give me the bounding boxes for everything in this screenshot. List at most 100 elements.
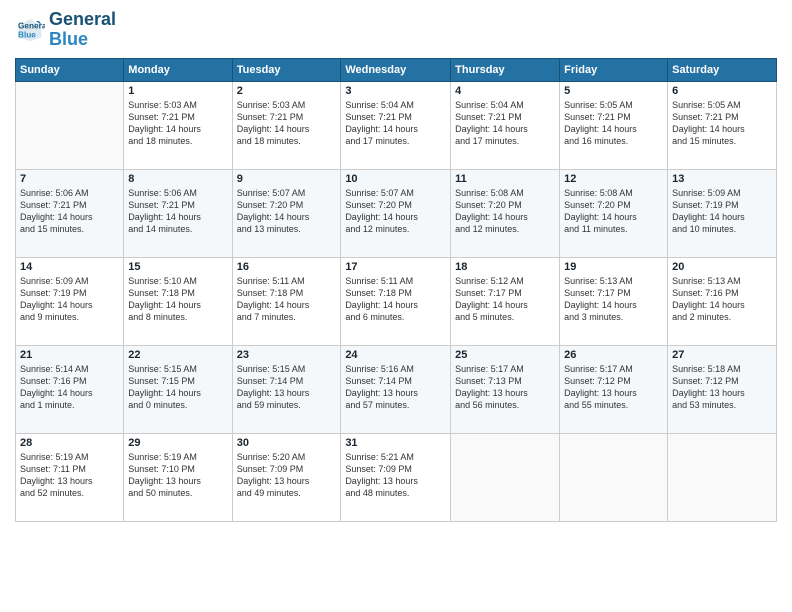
day-cell: 28Sunrise: 5:19 AMSunset: 7:11 PMDayligh… [16,433,124,521]
day-number: 29 [128,437,227,449]
day-cell: 26 Sunrise: 5:17 AMSunset: 7:12 PMDayligh… [560,345,668,433]
day-cell [451,433,560,521]
day-number: 15 [128,261,227,273]
day-info: Sunrise: 5:13 AMSunset: 7:17 PMDaylight:… [564,275,663,324]
day-cell [668,433,777,521]
day-cell: 12Sunrise: 5:08 AMSunset: 7:20 PMDayligh… [560,169,668,257]
svg-text:General: General [18,21,45,30]
day-info: Sunrise: 5:04 AMSunset: 7:21 PMDaylight:… [345,99,446,148]
day-cell: 24 Sunrise: 5:16 AMSunset: 7:14 PMDayligh… [341,345,451,433]
day-number: 24 [345,349,446,361]
week-row-3: 14 Sunrise: 5:09 AMSunset: 7:19 PMDayligh… [16,257,777,345]
day-number: 10 [345,173,446,185]
day-number: 27 [672,349,772,361]
day-info: Sunrise: 5:19 AMSunset: 7:10 PMDaylight:… [128,451,227,500]
weekday-sunday: Sunday [16,58,124,81]
weekday-thursday: Thursday [451,58,560,81]
day-cell: 30 Sunrise: 5:20 AMSunset: 7:09 PMDayligh… [232,433,341,521]
day-cell: 11 Sunrise: 5:08 AMSunset: 7:20 PMDayligh… [451,169,560,257]
day-info: Sunrise: 5:07 AMSunset: 7:20 PMDaylight:… [345,187,446,236]
weekday-monday: Monday [124,58,232,81]
day-info: Sunrise: 5:03 AMSunset: 7:21 PMDaylight:… [237,99,337,148]
day-cell: 21Sunrise: 5:14 AMSunset: 7:16 PMDayligh… [16,345,124,433]
day-number: 8 [128,173,227,185]
day-cell: 2Sunrise: 5:03 AMSunset: 7:21 PMDaylight… [232,81,341,169]
day-cell: 31 Sunrise: 5:21 AMSunset: 7:09 PMDayligh… [341,433,451,521]
day-info: Sunrise: 5:09 AMSunset: 7:19 PMDaylight:… [672,187,772,236]
day-cell: 17 Sunrise: 5:11 AMSunset: 7:18 PMDayligh… [341,257,451,345]
week-row-4: 21Sunrise: 5:14 AMSunset: 7:16 PMDayligh… [16,345,777,433]
day-number: 5 [564,85,663,97]
day-info: Sunrise: 5:08 AMSunset: 7:20 PMDaylight:… [455,187,555,236]
day-number: 1 [128,85,227,97]
day-number: 13 [672,173,772,185]
day-cell: 10 Sunrise: 5:07 AMSunset: 7:20 PMDayligh… [341,169,451,257]
day-info: Sunrise: 5:09 AMSunset: 7:19 PMDaylight:… [20,275,119,324]
day-number: 19 [564,261,663,273]
day-info: Sunrise: 5:17 AMSunset: 7:12 PMDaylight:… [564,363,663,412]
day-number: 9 [237,173,337,185]
day-cell: 18 Sunrise: 5:12 AMSunset: 7:17 PMDayligh… [451,257,560,345]
week-row-1: 1 Sunrise: 5:03 AMSunset: 7:21 PMDaylight… [16,81,777,169]
day-number: 3 [345,85,446,97]
calendar-container: General Blue General Blue SundayMondayTu… [0,0,792,612]
day-number: 20 [672,261,772,273]
day-number: 18 [455,261,555,273]
day-number: 17 [345,261,446,273]
day-info: Sunrise: 5:10 AMSunset: 7:18 PMDaylight:… [128,275,227,324]
day-info: Sunrise: 5:06 AMSunset: 7:21 PMDaylight:… [128,187,227,236]
day-cell: 5 Sunrise: 5:05 AMSunset: 7:21 PMDaylight… [560,81,668,169]
logo-text: General Blue [49,10,116,50]
day-info: Sunrise: 5:16 AMSunset: 7:14 PMDaylight:… [345,363,446,412]
day-info: Sunrise: 5:21 AMSunset: 7:09 PMDaylight:… [345,451,446,500]
day-number: 16 [237,261,337,273]
week-row-5: 28Sunrise: 5:19 AMSunset: 7:11 PMDayligh… [16,433,777,521]
day-cell: 6Sunrise: 5:05 AMSunset: 7:21 PMDaylight… [668,81,777,169]
day-number: 4 [455,85,555,97]
day-info: Sunrise: 5:15 AMSunset: 7:14 PMDaylight:… [237,363,337,412]
day-cell: 8 Sunrise: 5:06 AMSunset: 7:21 PMDaylight… [124,169,232,257]
day-number: 25 [455,349,555,361]
day-cell [16,81,124,169]
day-info: Sunrise: 5:03 AMSunset: 7:21 PMDaylight:… [128,99,227,148]
logo: General Blue General Blue [15,10,116,50]
day-info: Sunrise: 5:17 AMSunset: 7:13 PMDaylight:… [455,363,555,412]
day-info: Sunrise: 5:07 AMSunset: 7:20 PMDaylight:… [237,187,337,236]
header: General Blue General Blue [15,10,777,50]
day-cell: 19 Sunrise: 5:13 AMSunset: 7:17 PMDayligh… [560,257,668,345]
day-info: Sunrise: 5:20 AMSunset: 7:09 PMDaylight:… [237,451,337,500]
day-number: 11 [455,173,555,185]
day-number: 23 [237,349,337,361]
weekday-wednesday: Wednesday [341,58,451,81]
day-info: Sunrise: 5:05 AMSunset: 7:21 PMDaylight:… [672,99,772,148]
day-cell: 29 Sunrise: 5:19 AMSunset: 7:10 PMDayligh… [124,433,232,521]
weekday-header-row: SundayMondayTuesdayWednesdayThursdayFrid… [16,58,777,81]
weekday-friday: Friday [560,58,668,81]
day-info: Sunrise: 5:12 AMSunset: 7:17 PMDaylight:… [455,275,555,324]
day-number: 26 [564,349,663,361]
day-number: 31 [345,437,446,449]
calendar-table: SundayMondayTuesdayWednesdayThursdayFrid… [15,58,777,522]
day-number: 21 [20,349,119,361]
day-cell: 16 Sunrise: 5:11 AMSunset: 7:18 PMDayligh… [232,257,341,345]
day-cell: 25 Sunrise: 5:17 AMSunset: 7:13 PMDayligh… [451,345,560,433]
day-info: Sunrise: 5:06 AMSunset: 7:21 PMDaylight:… [20,187,119,236]
day-info: Sunrise: 5:11 AMSunset: 7:18 PMDaylight:… [237,275,337,324]
day-info: Sunrise: 5:08 AMSunset: 7:20 PMDaylight:… [564,187,663,236]
day-cell: 7 Sunrise: 5:06 AMSunset: 7:21 PMDaylight… [16,169,124,257]
logo-icon: General Blue [15,15,45,45]
day-cell: 15 Sunrise: 5:10 AMSunset: 7:18 PMDayligh… [124,257,232,345]
day-cell: 14 Sunrise: 5:09 AMSunset: 7:19 PMDayligh… [16,257,124,345]
day-number: 28 [20,437,119,449]
day-info: Sunrise: 5:11 AMSunset: 7:18 PMDaylight:… [345,275,446,324]
day-cell: 3 Sunrise: 5:04 AMSunset: 7:21 PMDaylight… [341,81,451,169]
day-cell: 13 Sunrise: 5:09 AMSunset: 7:19 PMDayligh… [668,169,777,257]
day-cell: 23 Sunrise: 5:15 AMSunset: 7:14 PMDayligh… [232,345,341,433]
day-number: 7 [20,173,119,185]
weekday-saturday: Saturday [668,58,777,81]
day-info: Sunrise: 5:05 AMSunset: 7:21 PMDaylight:… [564,99,663,148]
day-number: 14 [20,261,119,273]
day-cell: 9 Sunrise: 5:07 AMSunset: 7:20 PMDaylight… [232,169,341,257]
svg-text:Blue: Blue [18,30,36,39]
day-number: 30 [237,437,337,449]
